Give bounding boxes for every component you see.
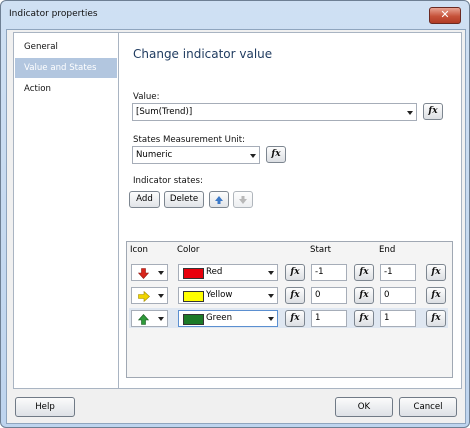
title-bar: Indicator properties ✕ — [1, 1, 469, 29]
end-fx-button[interactable]: fx — [426, 310, 446, 327]
value-combo[interactable]: [Sum(Trend)] — [132, 103, 417, 121]
content-panel: Change indicator value Value: [Sum(Trend… — [119, 32, 462, 389]
color-name: Red — [206, 267, 223, 277]
color-fx-button[interactable]: fx — [285, 287, 305, 304]
close-button[interactable]: ✕ — [429, 7, 461, 24]
color-combo[interactable]: Yellow — [178, 287, 278, 304]
page-heading: Change indicator value — [133, 47, 273, 61]
color-fx-button[interactable]: fx — [285, 264, 305, 281]
table-row[interactable]: Yellow fx 0 fx 0 fx — [129, 285, 448, 305]
unit-fx-button[interactable]: fx — [266, 146, 286, 163]
chevron-down-icon — [268, 271, 274, 275]
end-field[interactable]: 0 — [380, 287, 416, 304]
end-field[interactable]: 1 — [380, 310, 416, 327]
help-button[interactable]: Help — [15, 397, 75, 417]
color-combo[interactable]: Green — [178, 310, 278, 327]
value-label: Value: — [133, 92, 160, 102]
start-field[interactable]: -1 — [311, 264, 347, 281]
window-title: Indicator properties — [9, 9, 98, 19]
end-fx-button[interactable]: fx — [426, 287, 446, 304]
end-fx-button[interactable]: fx — [426, 264, 446, 281]
value-text: [Sum(Trend)] — [136, 107, 193, 117]
move-down-icon — [239, 196, 247, 204]
icon-combo[interactable] — [131, 264, 168, 281]
chevron-down-icon — [158, 271, 164, 275]
nav-item-general[interactable]: General — [15, 37, 117, 57]
move-up-button[interactable] — [209, 191, 229, 208]
color-swatch — [183, 291, 204, 302]
color-swatch — [183, 268, 204, 279]
chevron-down-icon — [250, 154, 256, 158]
end-field[interactable]: -1 — [380, 264, 416, 281]
unit-label: States Measurement Unit: — [133, 135, 246, 145]
color-name: Green — [206, 313, 233, 323]
start-field[interactable]: 1 — [311, 310, 347, 327]
color-fx-button[interactable]: fx — [285, 310, 305, 327]
move-down-button[interactable] — [233, 191, 253, 208]
move-up-icon — [215, 196, 223, 204]
right-arrow-icon — [138, 291, 150, 302]
col-header-start: Start — [310, 245, 331, 255]
start-fx-button[interactable]: fx — [354, 264, 374, 281]
chevron-down-icon — [268, 294, 274, 298]
chevron-down-icon — [158, 294, 164, 298]
dialog-window: Indicator properties ✕ General Value and… — [0, 0, 470, 428]
unit-combo[interactable]: Numeric — [132, 146, 260, 164]
icon-combo[interactable] — [131, 310, 168, 327]
color-name: Yellow — [206, 290, 233, 300]
add-button[interactable]: Add — [129, 191, 160, 208]
close-icon: ✕ — [440, 8, 450, 21]
ok-button[interactable]: OK — [335, 397, 393, 417]
col-header-icon: Icon — [130, 245, 148, 255]
table-row[interactable]: Red fx -1 fx -1 fx — [129, 262, 448, 282]
start-fx-button[interactable]: fx — [354, 310, 374, 327]
col-header-color: Color — [177, 245, 200, 255]
unit-text: Numeric — [136, 150, 173, 160]
start-field[interactable]: 0 — [311, 287, 347, 304]
start-fx-button[interactable]: fx — [354, 287, 374, 304]
col-header-end: End — [379, 245, 396, 255]
states-grid: Icon Color Start End Red fx -1 fx -1 fx … — [126, 241, 453, 378]
delete-button[interactable]: Delete — [164, 191, 204, 208]
table-row[interactable]: Green fx 1 fx 1 fx — [129, 308, 448, 328]
nav-item-action[interactable]: Action — [15, 79, 117, 99]
dialog-client: General Value and States Action Change i… — [6, 29, 466, 424]
states-label: Indicator states: — [133, 176, 203, 186]
up-arrow-icon — [138, 314, 149, 325]
chevron-down-icon — [407, 111, 413, 115]
chevron-down-icon — [158, 317, 164, 321]
icon-combo[interactable] — [131, 287, 168, 304]
value-fx-button[interactable]: fx — [423, 103, 443, 120]
cancel-button[interactable]: Cancel — [399, 397, 457, 417]
chevron-down-icon — [268, 317, 274, 321]
color-swatch — [183, 314, 204, 325]
nav-panel: General Value and States Action — [13, 32, 119, 389]
nav-item-value-and-states[interactable]: Value and States — [15, 58, 117, 78]
color-combo[interactable]: Red — [178, 264, 278, 281]
down-arrow-icon — [138, 268, 149, 279]
